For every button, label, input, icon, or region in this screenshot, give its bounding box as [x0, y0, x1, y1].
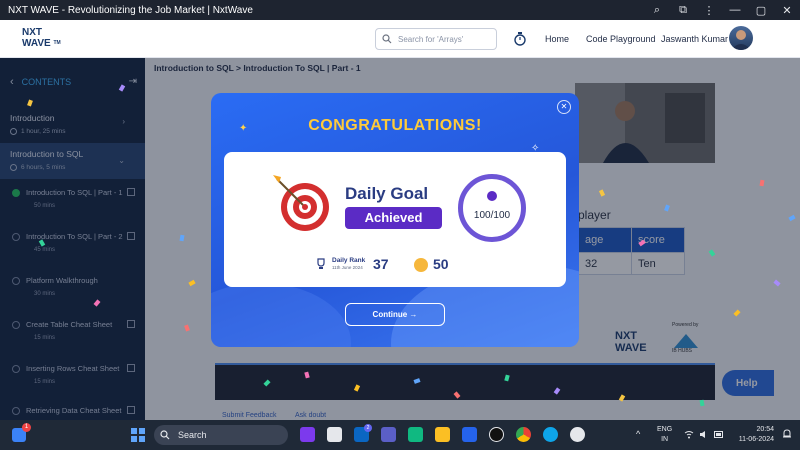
logo-text: WAVE [22, 38, 51, 49]
close-window-button[interactable]: ✕ [774, 4, 800, 17]
logo-tm: TM [53, 40, 61, 46]
share-icon[interactable]: ⧉ [670, 4, 696, 17]
decorative-wave [211, 283, 351, 347]
close-modal-button[interactable]: ✕ [557, 100, 571, 114]
app-icon[interactable] [462, 427, 477, 442]
zoom-icon[interactable]: ⌕ [644, 4, 670, 17]
window-title: NXT WAVE - Revolutionizing the Job Marke… [8, 4, 253, 16]
notification-badge: 1 [22, 423, 31, 432]
taskbar-search[interactable]: Search [154, 425, 288, 445]
window-titlebar: NXT WAVE - Revolutionizing the Job Marke… [0, 0, 800, 20]
search-input[interactable]: Search for 'Arrays' [375, 28, 497, 50]
congratulations-modal: ✦ ✧ ✕ CONGRATULATIONS! Daily Goal Achiev… [211, 93, 579, 347]
maximize-button[interactable]: ▢ [748, 4, 774, 17]
edge-icon[interactable] [543, 427, 558, 442]
volume-icon[interactable] [699, 430, 709, 439]
goal-title: Daily Goal [345, 184, 429, 203]
window-controls: ⌕ ⧉ ⋮ — ▢ ✕ [644, 0, 800, 20]
logo-text: NXT [22, 27, 42, 38]
chrome-icon[interactable] [516, 427, 531, 442]
coin-icon [414, 258, 428, 272]
taskbar-search-label: Search [178, 430, 207, 440]
battery-icon[interactable] [714, 430, 724, 439]
nav-code-playground-link[interactable]: Code Playground [586, 34, 656, 44]
app-icon[interactable] [570, 427, 585, 442]
rank-date: 11th June 2024 [332, 265, 363, 270]
chevron-up-icon[interactable]: ^ [636, 429, 640, 439]
lang-text: ENG [657, 426, 673, 433]
achieved-badge: Achieved [345, 207, 442, 229]
app-icon[interactable] [300, 427, 315, 442]
coins-value: 50 [433, 256, 449, 272]
app-icon[interactable] [327, 427, 342, 442]
wifi-icon[interactable] [684, 430, 694, 439]
notification-bell-icon[interactable] [782, 429, 792, 439]
app-header: NXT WAVE TM Search for 'Arrays' Home Cod… [0, 20, 800, 58]
rank-label: Daily Rank [332, 257, 366, 264]
target-icon [273, 175, 329, 231]
user-name[interactable]: Jaswanth Kumar [661, 34, 728, 44]
rank-value: 37 [373, 256, 389, 272]
timer-icon[interactable] [514, 32, 526, 46]
windows-start-icon[interactable] [131, 428, 145, 442]
teams-badge: 2 [364, 424, 372, 432]
menu-icon[interactable]: ⋮ [696, 4, 722, 17]
search-icon [160, 430, 170, 440]
search-icon [382, 34, 392, 44]
avatar-image [731, 30, 751, 50]
media-player-icon[interactable] [489, 427, 504, 442]
clock[interactable]: 20:54 11-06-2024 [734, 425, 774, 445]
taskbar: 1 Search 2 ^ ENG IN 20:54 11-06-2024 [0, 420, 800, 450]
store-icon[interactable] [408, 427, 423, 442]
minimize-button[interactable]: — [722, 4, 748, 16]
trophy-icon [317, 258, 325, 269]
continue-button[interactable]: Continue → [345, 303, 445, 326]
nav-home-link[interactable]: Home [545, 34, 569, 44]
avatar[interactable] [729, 26, 753, 50]
file-explorer-icon[interactable] [435, 427, 450, 442]
progress-value: 100/100 [473, 210, 511, 221]
teams-icon[interactable] [381, 427, 396, 442]
progress-ring: 100/100 [458, 174, 526, 242]
daily-goal-card: Daily Goal Achieved 100/100 Daily Rank 1… [224, 152, 566, 287]
date-text: 11-06-2024 [738, 436, 774, 443]
time-text: 20:54 [756, 426, 774, 433]
nxtwave-logo[interactable]: NXT WAVE TM [22, 27, 62, 51]
modal-title: CONGRATULATIONS! [308, 117, 482, 134]
star-icon [487, 191, 497, 201]
language-indicator[interactable]: ENG IN [657, 425, 672, 445]
lang-text: IN [661, 436, 669, 443]
search-placeholder: Search for 'Arrays' [398, 34, 464, 44]
